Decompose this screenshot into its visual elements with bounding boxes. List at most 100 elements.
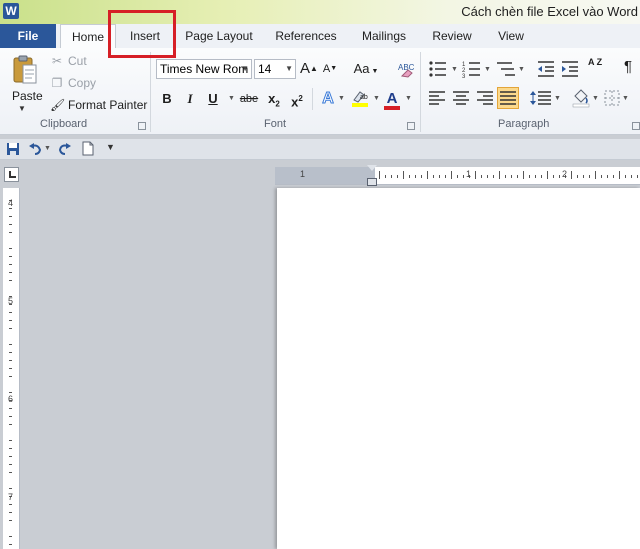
ruler-tick <box>9 424 12 425</box>
ruler-tick <box>601 175 602 178</box>
undo-icon[interactable] <box>28 142 42 156</box>
ruler-tick <box>559 175 560 178</box>
show-hide-marks-button[interactable]: ¶ <box>624 58 632 75</box>
ruler-tick <box>385 175 386 178</box>
ruler-tick <box>457 175 458 178</box>
save-icon[interactable] <box>6 142 20 156</box>
ruler-tick <box>9 472 12 473</box>
align-right-icon[interactable] <box>476 90 494 106</box>
bullets-dropdown-icon[interactable]: ▼ <box>451 66 458 73</box>
borders-dropdown-icon[interactable]: ▼ <box>622 95 629 102</box>
ruler-tick <box>481 175 482 178</box>
ruler-tick <box>421 175 422 178</box>
strikethrough-button[interactable]: abe <box>238 90 260 108</box>
shrink-font-button[interactable]: A▼ <box>322 60 338 78</box>
ruler-tick <box>637 175 638 178</box>
tab-selector-icon[interactable] <box>4 167 19 182</box>
redo-icon[interactable] <box>58 142 72 156</box>
chevron-down-icon: ▼ <box>241 64 249 73</box>
svg-text:ABC: ABC <box>398 63 414 72</box>
paste-dropdown-icon[interactable]: ▼ <box>18 104 26 113</box>
ruler-tick <box>583 175 584 178</box>
font-family-select[interactable]: Times New Rom ▼ <box>156 59 252 79</box>
customize-qat-icon[interactable]: ▼ <box>106 142 115 152</box>
ruler-number: 7 <box>8 492 14 502</box>
paragraph-dialog-launcher-icon[interactable] <box>632 122 640 130</box>
decrease-indent-icon[interactable] <box>536 60 556 78</box>
ruler-tick <box>9 392 12 393</box>
ruler-tick <box>487 175 488 178</box>
copy-button[interactable]: ❐ Copy <box>50 76 96 90</box>
ruler-tick <box>9 376 12 377</box>
cut-button[interactable]: ✂ Cut <box>50 54 87 68</box>
sort-button[interactable]: A Z <box>588 58 608 67</box>
bold-button[interactable]: B <box>160 90 174 108</box>
line-spacing-icon[interactable] <box>530 90 552 106</box>
highlight-color-icon[interactable]: ab <box>350 88 370 108</box>
ruler-tick <box>505 175 506 178</box>
tab-mailings[interactable]: Mailings <box>354 24 414 48</box>
italic-button[interactable]: I <box>183 90 197 108</box>
chevron-down-icon: ▼ <box>285 64 293 73</box>
tab-view[interactable]: View <box>490 24 532 48</box>
change-case-button[interactable]: Aa ▼ <box>352 60 380 78</box>
first-line-indent-marker[interactable] <box>367 165 377 171</box>
ruler-tick <box>9 232 12 233</box>
grow-font-button[interactable]: A▲ <box>300 60 318 78</box>
group-separator <box>150 52 151 132</box>
ruler-tick <box>9 328 12 329</box>
font-family-value: Times New Rom <box>160 62 249 76</box>
sort-icon: A Z <box>588 57 603 67</box>
font-dialog-launcher-icon[interactable] <box>407 122 415 130</box>
justify-button[interactable] <box>497 87 519 109</box>
undo-dropdown-icon[interactable]: ▼ <box>44 145 51 152</box>
divider <box>312 88 313 110</box>
borders-icon[interactable] <box>604 90 620 106</box>
multilevel-dropdown-icon[interactable]: ▼ <box>518 66 525 73</box>
align-center-icon[interactable] <box>452 90 470 106</box>
word-app-icon[interactable]: W <box>3 3 19 19</box>
clipboard-dialog-launcher-icon[interactable] <box>138 122 146 130</box>
ruler-tick <box>9 208 12 209</box>
tab-references[interactable]: References <box>268 24 344 48</box>
line-spacing-dropdown-icon[interactable]: ▼ <box>554 95 561 102</box>
document-page[interactable] <box>277 188 640 549</box>
quick-access-toolbar: ▼ ▼ <box>0 139 640 160</box>
ruler-tick <box>9 248 12 249</box>
format-painter-button[interactable]: 🖌 Format Painter <box>50 98 147 112</box>
paste-button[interactable]: Paste <box>12 89 43 103</box>
superscript-mark: 2 <box>298 94 303 103</box>
superscript-button[interactable]: x2 <box>289 90 305 109</box>
highlight-dropdown-icon[interactable]: ▼ <box>373 95 380 102</box>
font-size-select[interactable]: 14 ▼ <box>254 59 296 79</box>
tab-page-layout[interactable]: Page Layout <box>180 24 258 48</box>
text-effects-dropdown-icon[interactable]: ▼ <box>338 95 345 102</box>
ruler-tick <box>517 175 518 178</box>
new-document-icon[interactable] <box>82 141 94 156</box>
tab-review[interactable]: Review <box>424 24 480 48</box>
paste-icon[interactable] <box>12 55 38 85</box>
hanging-indent-marker[interactable] <box>367 178 377 186</box>
ruler-tick <box>9 544 12 545</box>
bullets-icon[interactable] <box>428 60 448 78</box>
underline-button[interactable]: U <box>206 90 220 108</box>
clear-formatting-icon[interactable]: ABC <box>396 60 414 78</box>
ruler-tick <box>535 175 536 178</box>
ruler-tick <box>9 368 12 369</box>
tab-file[interactable]: File <box>0 24 56 48</box>
ruler-tick <box>9 224 12 225</box>
font-color-dropdown-icon[interactable]: ▼ <box>405 95 412 102</box>
ruler-tick <box>9 464 12 465</box>
subscript-button[interactable]: x2 <box>266 90 282 109</box>
copy-icon: ❐ <box>51 76 63 90</box>
ruler-tick <box>445 175 446 178</box>
increase-indent-icon[interactable] <box>560 60 580 78</box>
shading-dropdown-icon[interactable]: ▼ <box>592 95 599 102</box>
numbering-dropdown-icon[interactable]: ▼ <box>484 66 491 73</box>
multilevel-list-icon[interactable] <box>496 60 516 78</box>
underline-dropdown-icon[interactable]: ▼ <box>228 95 235 102</box>
numbering-icon[interactable]: 1 2 3 <box>462 60 482 78</box>
shading-icon[interactable] <box>572 88 590 108</box>
align-left-icon[interactable] <box>428 90 446 106</box>
text-effects-button[interactable]: A <box>320 90 336 108</box>
